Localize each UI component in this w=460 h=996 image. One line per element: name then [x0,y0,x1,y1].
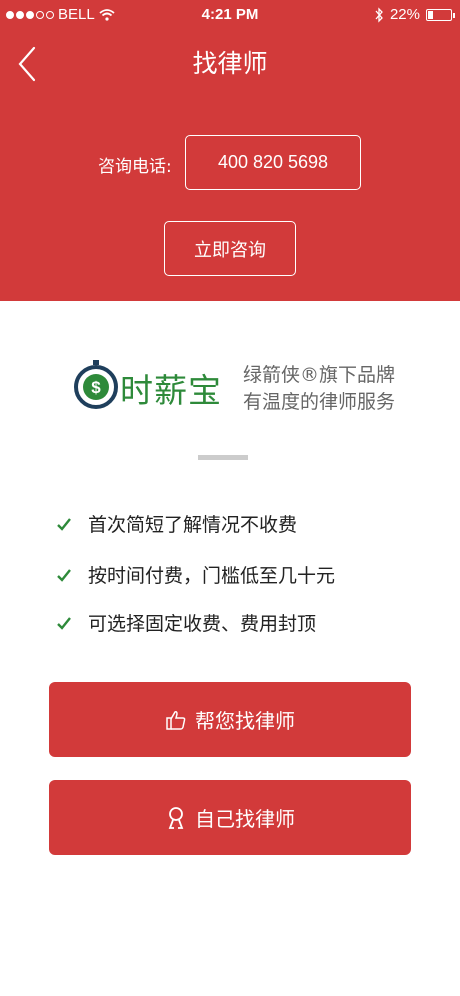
svg-text:$: $ [91,378,101,397]
person-icon [168,806,184,829]
battery-icon [426,8,455,21]
phone-label: 咨询电话: [98,157,172,177]
feature-text: 可选择固定收费、费用封顶 [88,613,317,635]
battery-area: 22% [374,6,455,23]
brand-name: 时薪宝 [120,371,222,410]
help-find-lawyer-label: 帮您找律师 [195,709,295,733]
header: BELL 4:21 PM 22% 找律师 咨询电话: 400 820 5698 … [0,0,460,301]
phone-number[interactable]: 400 820 5698 [185,135,361,190]
self-find-lawyer-label: 自己找律师 [195,807,295,831]
check-icon [57,568,71,582]
feature-item: 首次简短了解情况不收费 [54,510,297,537]
self-find-lawyer-button[interactable]: 自己找律师 [49,780,411,855]
consult-button[interactable]: 立即咨询 [164,221,296,276]
battery-percent: 22% [389,6,420,23]
feature-text: 首次简短了解情况不收费 [88,514,298,536]
slogan-line-1: 绿箭侠®旗下品牌 [243,364,396,386]
feature-text: 按时间付费，门槛低至几十元 [88,565,336,587]
check-icon [57,616,71,630]
thumbs-up-icon [166,710,186,730]
help-find-lawyer-button[interactable]: 帮您找律师 [49,682,411,757]
page-title: 找律师 [192,49,268,78]
status-bar: BELL 4:21 PM 22% [0,0,460,32]
check-icon [57,517,71,531]
feature-item: 按时间付费，门槛低至几十元 [54,561,335,588]
section-divider [198,455,248,460]
clock-coin-logo-icon: $ [74,360,118,409]
brand-slogan: 绿箭侠®旗下品牌 有温度的律师服务 [243,362,395,416]
bluetooth-icon [375,6,383,23]
feature-item: 可选择固定收费、费用封顶 [54,609,316,636]
slogan-line-2: 有温度的律师服务 [243,391,396,413]
